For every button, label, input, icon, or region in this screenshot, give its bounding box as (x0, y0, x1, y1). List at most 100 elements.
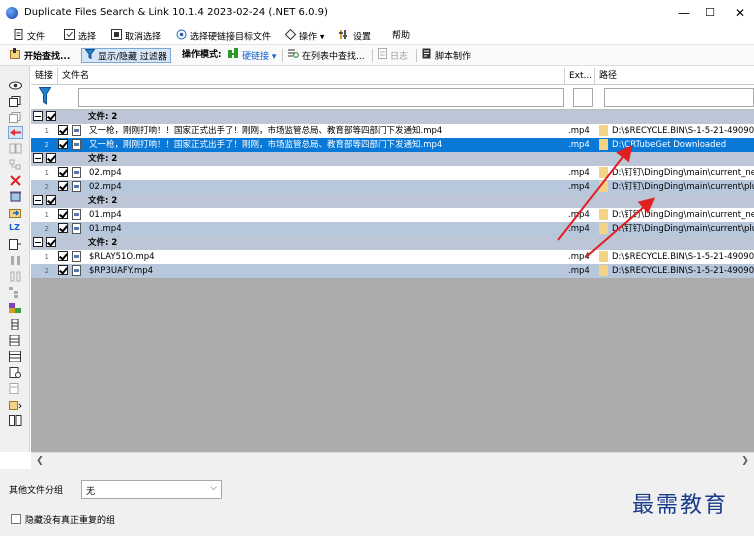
collapse-group-icon[interactable] (33, 195, 43, 205)
file-checkbox[interactable] (58, 139, 68, 149)
group-row[interactable]: 文件: 2 (31, 110, 754, 124)
export-icon[interactable] (9, 239, 22, 250)
group-row[interactable]: 文件: 2 (31, 152, 754, 166)
close-button[interactable]: ✕ (720, 0, 754, 26)
list-large-icon[interactable] (9, 350, 22, 363)
file-path: D:\钉钉\DingDing\main\current_new\ (612, 168, 754, 178)
row-number: 2 (44, 141, 49, 149)
path-filter-input[interactable] (604, 88, 754, 107)
collapse-group-icon[interactable] (33, 111, 43, 121)
menu-select-hardlink-target[interactable]: 选择硬链接目标文件 (176, 29, 271, 43)
menu-settings[interactable]: 设置 (339, 29, 371, 43)
show-hide-filter-button[interactable]: 显示/隐藏 过滤器 (81, 48, 171, 63)
group-row[interactable]: 文件: 2 (31, 194, 754, 208)
color-icon[interactable] (9, 303, 22, 314)
horizontal-scrollbar[interactable]: ❮ ❯ (31, 452, 754, 469)
recycle-icon[interactable] (9, 191, 22, 202)
file-checkbox[interactable] (58, 167, 68, 177)
group-row[interactable]: 文件: 2 (31, 236, 754, 250)
ext-filter-input[interactable] (573, 88, 593, 107)
group-checkbox[interactable] (46, 237, 56, 247)
tree-view-icon[interactable] (9, 287, 22, 298)
file-row[interactable]: 2 又一枪，刚刚打响！！国家正式出手了！刚刚，市场监管总局、教育部等四部门下发通知… (31, 138, 754, 152)
header-ext[interactable]: Ext... (565, 68, 595, 85)
start-search-label: 开始查找... (24, 52, 71, 62)
file-row[interactable]: 2 $RP3UAFY.mp4 .mp4 D:\$RECYCLE.BIN\S-1-5-2… (31, 264, 754, 278)
grid-header: 链接 文件名 Ext... 路径 (31, 68, 754, 85)
group-checkbox[interactable] (46, 195, 56, 205)
menu-file[interactable]: 文件 (14, 29, 45, 43)
delete-icon[interactable] (9, 175, 22, 186)
menu-help[interactable]: 帮助 (392, 29, 410, 43)
menu-deselect[interactable]: 取消选择 (111, 29, 161, 43)
chevron-down-icon: ⌵ (210, 483, 217, 493)
hardlink-mode-dropdown[interactable]: 硬链接 ▾ (228, 48, 276, 63)
compare-icon[interactable] (9, 415, 22, 426)
deselect-icon (111, 29, 122, 45)
menu-operations-label: 操作 ▾ (299, 32, 325, 43)
toolbar-separator (282, 49, 283, 62)
arrow-left-icon[interactable] (8, 126, 23, 139)
hide-groups-checkbox[interactable] (11, 514, 21, 524)
filter-icon (84, 49, 96, 65)
menu-operations[interactable]: 操作 ▾ (284, 28, 325, 43)
file-ext: .mp4 (568, 210, 590, 220)
folder-icon (599, 181, 608, 192)
header-filename[interactable]: 文件名 (58, 68, 565, 85)
file-row[interactable]: 2 01.mp4 .mp4 D:\钉钉\DingDing\main\current\p… (31, 222, 754, 236)
scroll-left-icon[interactable]: ❮ (33, 454, 47, 468)
symlink-gray-icon[interactable] (9, 271, 22, 282)
copy-icon[interactable] (9, 96, 22, 107)
menu-bar: 文件 选择 取消选择 选择硬链接目标文件 操作 ▾ 设置 帮助 (0, 26, 754, 45)
file-row[interactable]: 1 01.mp4 .mp4 D:\钉钉\DingDing\main\current_n… (31, 208, 754, 222)
toolbar: 开始查找... 显示/隐藏 过滤器 操作模式: 硬链接 ▾ 在列表中查找... … (0, 45, 754, 66)
view-icon[interactable] (9, 80, 22, 91)
menu-deselect-label: 取消选择 (125, 32, 162, 43)
video-file-icon (72, 167, 81, 178)
scroll-right-icon[interactable]: ❯ (738, 454, 752, 468)
file-checkbox[interactable] (58, 251, 68, 261)
details-gray-icon[interactable] (9, 383, 22, 394)
filter-funnel-icon[interactable] (38, 87, 52, 108)
hardlink-gray-icon[interactable] (9, 255, 22, 266)
link-gray-icon[interactable] (9, 143, 22, 154)
header-link[interactable]: 链接 (31, 68, 58, 85)
file-checkbox[interactable] (58, 265, 68, 275)
window-title: Duplicate Files Search & Link 10.1.4 202… (24, 7, 328, 18)
file-row[interactable]: 1 $RLAY51O.mp4 .mp4 D:\$RECYCLE.BIN\S-1-5-2… (31, 250, 754, 264)
move-icon[interactable] (9, 207, 22, 218)
folder-icon (599, 209, 608, 220)
file-checkbox[interactable] (58, 181, 68, 191)
file-row[interactable]: 1 又一枪，刚刚打响！！国家正式出手了！刚刚，市场监管总局、教育部等四部门下发通知… (31, 124, 754, 138)
copy-gray-icon[interactable] (9, 112, 22, 123)
file-ext: .mp4 (568, 182, 590, 192)
list-small-icon[interactable] (9, 318, 22, 331)
other-groups-select[interactable]: 无 ⌵ (81, 480, 222, 499)
find-in-list-button[interactable]: 在列表中查找... (288, 48, 365, 63)
tree-gray-icon[interactable] (9, 159, 22, 170)
group-checkbox[interactable] (46, 153, 56, 163)
log-button[interactable]: 日志 (378, 48, 408, 63)
file-checkbox[interactable] (58, 125, 68, 135)
script-label: 脚本制作 (435, 52, 472, 62)
folder-group-icon[interactable] (9, 399, 22, 410)
group-checkbox[interactable] (46, 111, 56, 121)
script-button[interactable]: 脚本制作 (422, 48, 471, 63)
collapse-group-icon[interactable] (33, 153, 43, 163)
details-icon[interactable] (9, 367, 22, 378)
hardlink-icon (228, 48, 239, 65)
file-checkbox[interactable] (58, 223, 68, 233)
menu-select[interactable]: 选择 (64, 29, 96, 43)
start-search-button[interactable]: 开始查找... (10, 48, 70, 63)
list-medium-icon[interactable] (9, 334, 22, 347)
file-name: 02.mp4 (89, 168, 122, 178)
lz-icon[interactable]: LZ (9, 223, 22, 234)
file-name: 01.mp4 (89, 210, 122, 220)
find-in-list-label: 在列表中查找... (302, 52, 365, 62)
filename-filter-input[interactable] (78, 88, 564, 107)
collapse-group-icon[interactable] (33, 237, 43, 247)
file-row[interactable]: 1 02.mp4 .mp4 D:\钉钉\DingDing\main\current_n… (31, 166, 754, 180)
header-path[interactable]: 路径 (595, 68, 754, 85)
file-row[interactable]: 2 02.mp4 .mp4 D:\钉钉\DingDing\main\current\p… (31, 180, 754, 194)
file-checkbox[interactable] (58, 209, 68, 219)
